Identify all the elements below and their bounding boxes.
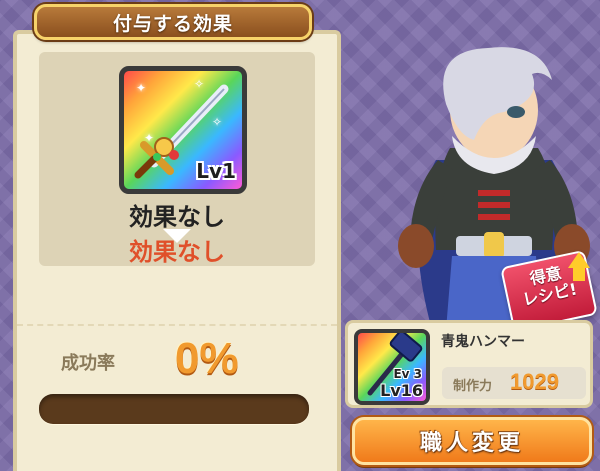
sparkle-icon: ✦ (144, 131, 155, 145)
craft-power-value: 1029 (510, 369, 559, 394)
crafter-level: Lv16 (380, 381, 423, 400)
sparkle-icon: ✧ (194, 77, 205, 91)
new-effect-text: 効果なし (129, 238, 225, 266)
item-level-badge: Lv1 (196, 159, 236, 183)
success-rate-label: 成功率 (61, 353, 115, 374)
success-rate-value: 0% (175, 334, 239, 383)
effect-panel: ✦ ✧ ✦ ✧ Lv1 効果なし 効果なし 成功率 0% (13, 30, 341, 471)
current-effect-text: 効果なし (129, 203, 225, 231)
arrow-up-icon-stem (573, 267, 585, 281)
arrow-up-icon (568, 252, 590, 268)
item-icon[interactable]: ✦ ✧ ✦ ✧ Lv1 (119, 66, 247, 194)
craft-power-label: 制作力 (453, 379, 493, 394)
sparkle-icon: ✧ (212, 115, 223, 129)
divider (17, 324, 337, 326)
crafter-icon: Ev 3 Lv16 (354, 329, 430, 405)
change-crafter-button[interactable]: 職人変更 (352, 417, 592, 465)
crafter-ev: Ev 3 (393, 367, 422, 381)
panel-title: 付与する効果 (34, 4, 312, 40)
sparkle-icon: ✦ (136, 81, 147, 95)
crafter-card[interactable]: Ev 3 Lv16 青鬼ハンマー 制作力 1029 (345, 320, 593, 408)
success-rate-bar (39, 394, 309, 424)
crafter-name: 青鬼ハンマー (441, 334, 525, 350)
